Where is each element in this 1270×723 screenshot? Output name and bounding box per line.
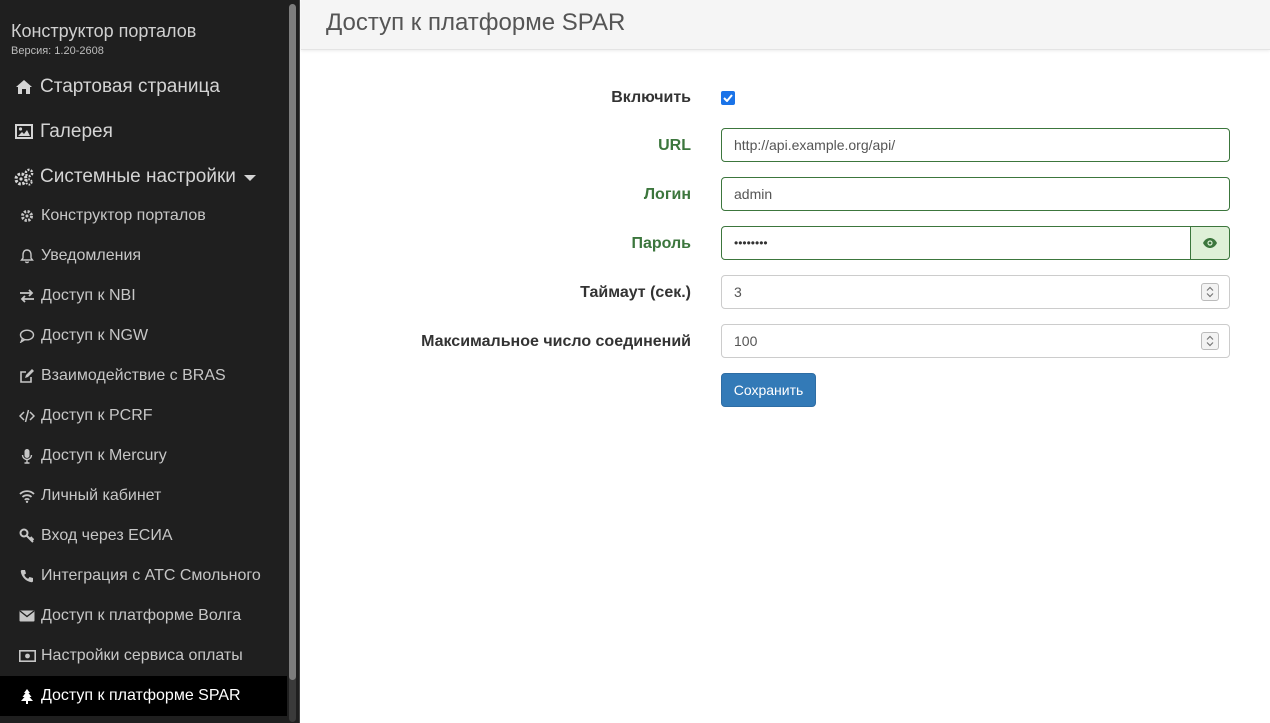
sidebar-item-esia[interactable]: Вход через ЕСИА [0, 516, 287, 556]
nav-item-label: Стартовая страница [40, 75, 220, 97]
login-field[interactable]: admin [721, 177, 1230, 211]
gear-icon [18, 207, 36, 225]
home-icon [14, 77, 34, 97]
sidebar-item-bras[interactable]: Взаимодействие с BRAS [0, 356, 287, 396]
max-connections-label: Максимальное число соединений [421, 333, 691, 350]
url-label: URL [658, 137, 691, 154]
sidebar-scrollbar-thumb[interactable] [289, 4, 296, 680]
sidebar-item-ats[interactable]: Интеграция с АТС Смольного [0, 556, 287, 596]
sidebar-item-label: Доступ к платформе SPAR [41, 687, 241, 704]
tree-icon [18, 687, 36, 705]
envelope-icon [18, 607, 36, 625]
nav-item-label: Галерея [40, 120, 113, 142]
bell-icon [18, 247, 36, 265]
sidebar-item-payment[interactable]: Настройки сервиса оплаты [0, 636, 287, 676]
version-label: Версия: 1.20-2608 [11, 45, 104, 57]
code-icon [18, 407, 36, 425]
sidebar: Конструктор порталов Версия: 1.20-2608 С… [0, 0, 300, 723]
sidebar-item-pcrf[interactable]: Доступ к PCRF [0, 396, 287, 436]
sidebar-item-label: Доступ к NGW [41, 327, 149, 344]
url-field[interactable]: http://api.example.org/api/ [721, 128, 1230, 162]
nav-item-label: Системные настройки [40, 165, 236, 187]
money-icon [18, 647, 36, 665]
save-button[interactable]: Сохранить [721, 373, 816, 407]
key-icon [18, 527, 36, 545]
sidebar-item-label: Доступ к платформе Волга [41, 607, 242, 624]
timeout-label: Таймаут (сек.) [580, 284, 691, 301]
sidebar-item-label: Интеграция с АТС Смольного [41, 567, 261, 584]
max-connections-stepper[interactable] [1201, 332, 1219, 350]
password-label: Пароль [631, 235, 691, 252]
nav-item-gallery[interactable]: Галерея [0, 109, 287, 154]
page-header: Доступ к платформе SPAR [301, 0, 1270, 50]
sidebar-item-label: Вход через ЕСИА [41, 527, 173, 544]
sidebar-item-mercury[interactable]: Доступ к Mercury [0, 436, 287, 476]
cogs-icon [14, 167, 34, 187]
max-connections-field[interactable]: 100 [721, 324, 1230, 358]
brand-title: Конструктор порталов [11, 21, 197, 41]
sidebar-item-label: Доступ к NBI [41, 287, 136, 304]
sidebar-item-ngw[interactable]: Доступ к NGW [0, 316, 287, 356]
page-title: Доступ к платформе SPAR [326, 9, 626, 36]
check-icon [723, 94, 733, 102]
sidebar-item-label: Личный кабинет [41, 487, 162, 504]
sidebar-item-label: Уведомления [41, 247, 142, 264]
microphone-icon [18, 447, 36, 465]
phone-icon [18, 567, 36, 585]
sidebar-item-personal-cabinet[interactable]: Личный кабинет [0, 476, 287, 516]
eye-icon [1203, 238, 1217, 248]
password-field[interactable]: •••••••• [721, 226, 1191, 260]
nav-item-system-settings[interactable]: Системные настройки [0, 154, 287, 199]
image-icon [14, 122, 34, 142]
sidebar-item-label: Конструктор порталов [41, 207, 206, 224]
show-password-button[interactable] [1190, 226, 1230, 260]
sidebar-item-label: Доступ к Mercury [41, 447, 167, 464]
sidebar-item-nbi[interactable]: Доступ к NBI [0, 276, 287, 316]
enable-label: Включить [611, 89, 691, 106]
sidebar-item-notifications[interactable]: Уведомления [0, 236, 287, 276]
transfer-icon [18, 287, 36, 305]
sidebar-item-label: Настройки сервиса оплаты [41, 647, 243, 664]
sidebar-item-portal-constructor[interactable]: Конструктор порталов [0, 196, 287, 236]
sidebar-item-volga[interactable]: Доступ к платформе Волга [0, 596, 287, 636]
sidebar-item-label: Взаимодействие с BRAS [41, 367, 226, 384]
edit-icon [18, 367, 36, 385]
stepper-arrows-icon [1206, 286, 1214, 298]
wifi-icon [18, 487, 36, 505]
comment-icon [18, 327, 36, 345]
caret-down-icon [243, 174, 256, 181]
sidebar-item-spar[interactable]: Доступ к платформе SPAR [0, 676, 287, 716]
enable-checkbox[interactable] [721, 91, 735, 105]
stepper-arrows-icon [1206, 335, 1214, 347]
nav-item-start-page[interactable]: Стартовая страница [0, 64, 287, 109]
timeout-stepper[interactable] [1201, 283, 1219, 301]
login-label: Логин [643, 186, 691, 203]
sidebar-item-label: Доступ к PCRF [41, 407, 153, 424]
timeout-field[interactable]: 3 [721, 275, 1230, 309]
